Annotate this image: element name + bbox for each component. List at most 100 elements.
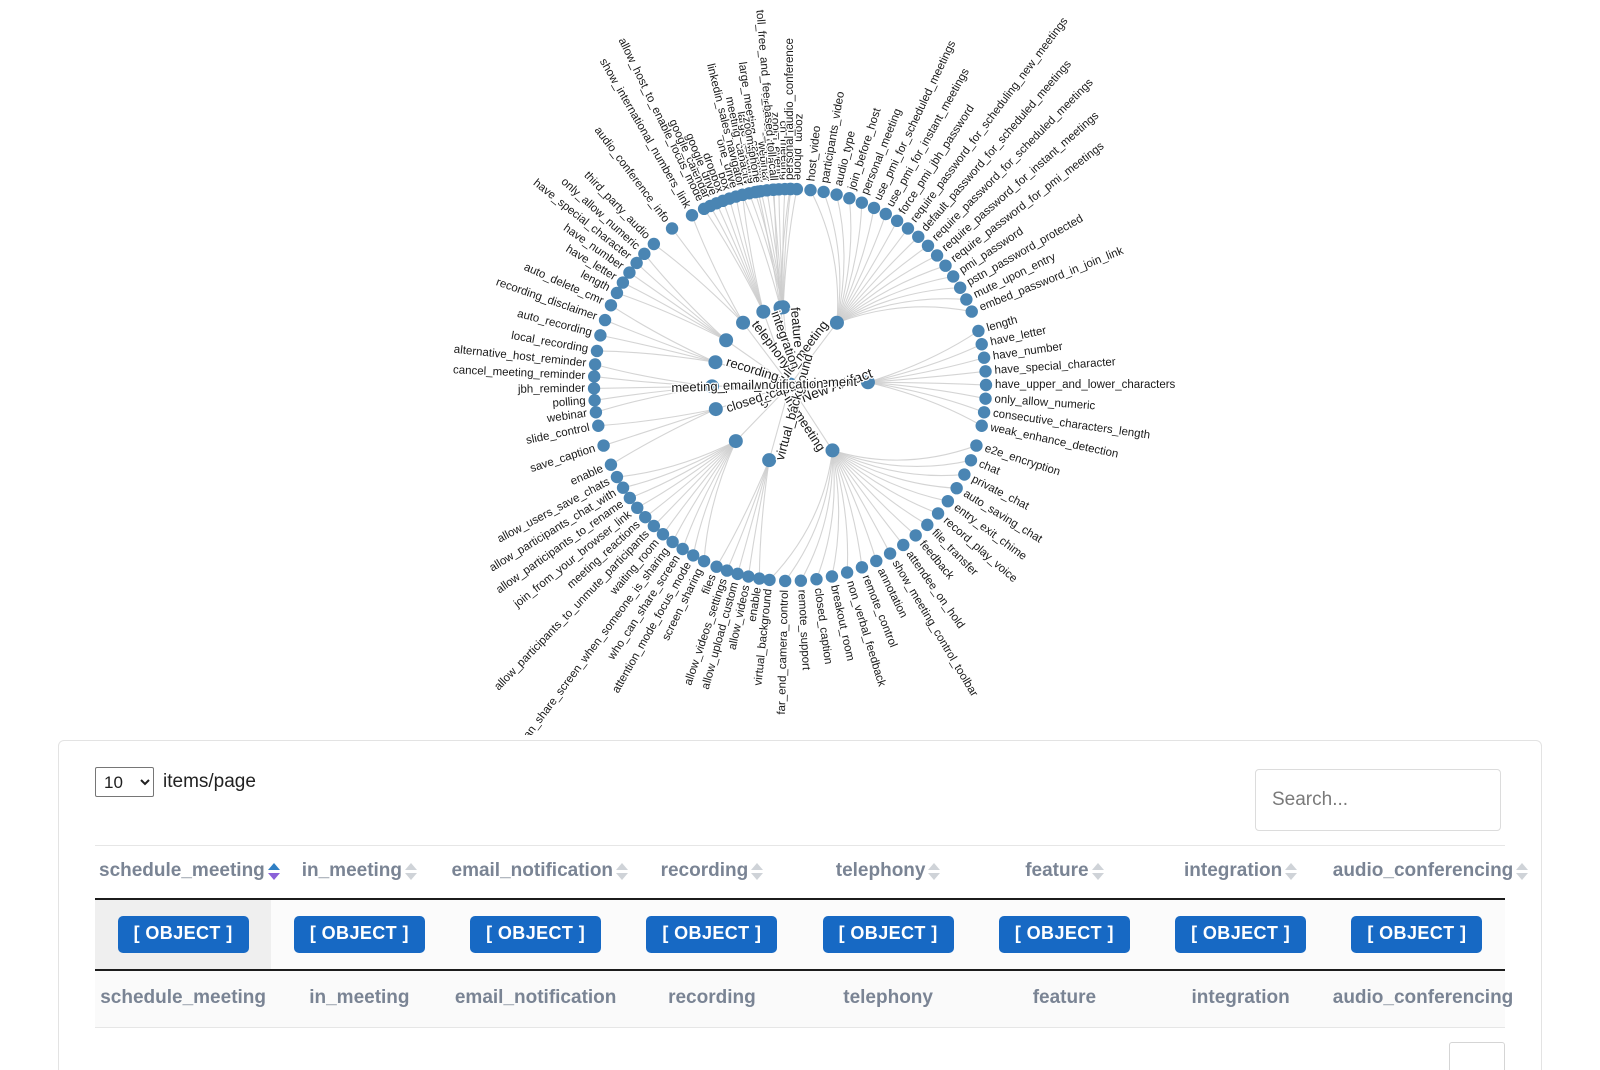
tree-leaf-node[interactable] <box>804 183 817 197</box>
tree-leaf-node[interactable] <box>830 188 843 201</box>
tree-leaf-node[interactable] <box>897 538 910 552</box>
tree-leaf-node[interactable] <box>752 185 765 198</box>
tree-leaf-node[interactable] <box>604 458 618 471</box>
tree-leaf-node[interactable] <box>590 344 604 358</box>
tree-leaf-node[interactable] <box>901 222 915 235</box>
tree-leaf-node[interactable] <box>686 549 700 562</box>
tree-leaf-node[interactable] <box>639 510 652 524</box>
tree-leaf-node[interactable] <box>939 259 952 272</box>
column-header-audio-conferencing[interactable]: audio_conferencing <box>1328 845 1529 900</box>
tree-branch-node[interactable] <box>756 304 771 319</box>
tree-leaf-node[interactable] <box>979 392 992 405</box>
tree-leaf-node[interactable] <box>921 239 935 253</box>
radial-tree-visualization[interactable]: New Artifact schedule_meeting host_video pa… <box>0 0 1600 735</box>
tree-leaf-node[interactable] <box>972 324 985 338</box>
tree-leaf-node[interactable] <box>697 554 711 568</box>
column-header-schedule-meeting[interactable]: schedule_meeting <box>95 845 280 900</box>
tree-leaf-node[interactable] <box>594 329 607 342</box>
tree-leaf-node[interactable] <box>598 313 612 327</box>
object-button[interactable]: [ OBJECT ] <box>1351 916 1483 953</box>
object-button[interactable]: [ OBJECT ] <box>822 916 954 953</box>
tree-leaf-node[interactable] <box>638 247 651 261</box>
sort-toggle-icon[interactable] <box>751 862 764 880</box>
object-button[interactable]: [ OBJECT ] <box>646 916 778 953</box>
tree-leaf-node[interactable] <box>753 572 766 585</box>
per-page-select[interactable]: 102550100 <box>95 767 154 797</box>
tree-leaf-node[interactable] <box>731 567 744 581</box>
tree-branch-node[interactable] <box>708 402 723 417</box>
tree-branch-node[interactable] <box>829 315 844 330</box>
tree-leaf-node[interactable] <box>587 370 601 383</box>
tree-leaf-node[interactable] <box>610 470 624 484</box>
column-header-email-notification[interactable]: email_notification <box>447 845 629 900</box>
column-header-feature[interactable]: feature <box>976 845 1153 900</box>
tree-leaf-node[interactable] <box>825 570 839 583</box>
table-row[interactable]: [ OBJECT ] [ OBJECT ] [ OBJECT ] [ OBJECT ]… <box>95 899 1505 971</box>
tree-leaf-node[interactable] <box>883 547 897 560</box>
tree-branch-node[interactable] <box>728 434 743 449</box>
tree-leaf-node[interactable] <box>742 570 755 583</box>
tree-leaf-node[interactable] <box>631 501 644 515</box>
tree-leaf-node[interactable] <box>623 491 637 505</box>
tree-leaf-node[interactable] <box>710 560 723 573</box>
sort-toggle-icon[interactable] <box>1516 862 1529 880</box>
tree-branch-node[interactable] <box>708 355 723 370</box>
tree-leaf-node[interactable] <box>604 299 618 312</box>
tree-leaf-node[interactable] <box>843 192 856 205</box>
tree-leaf-node[interactable] <box>909 529 922 542</box>
tree-branch-node[interactable] <box>719 333 734 348</box>
tree-leaf-node[interactable] <box>588 394 601 407</box>
pagination[interactable] <box>59 1042 1505 1070</box>
tree-leaf-node[interactable] <box>794 574 808 587</box>
tree-leaf-node[interactable] <box>610 286 624 300</box>
tree-leaf-node[interactable] <box>975 338 988 351</box>
tree-leaf-node[interactable] <box>767 183 781 196</box>
tree-leaf-node[interactable] <box>685 209 699 222</box>
tree-leaf-node[interactable] <box>867 201 881 215</box>
tree-leaf-node[interactable] <box>666 535 679 549</box>
sort-toggle-icon[interactable] <box>405 862 418 880</box>
tree-leaf-node[interactable] <box>947 270 960 283</box>
tree-leaf-node[interactable] <box>676 542 689 556</box>
tree-leaf-node[interactable] <box>589 406 603 419</box>
tree-leaf-node[interactable] <box>647 237 661 251</box>
tree-leaf-node[interactable] <box>817 185 830 199</box>
search-input[interactable] <box>1256 770 1500 830</box>
tree-leaf-node[interactable] <box>778 574 792 588</box>
tree-leaf-node[interactable] <box>879 207 892 221</box>
tree-leaf-node[interactable] <box>870 554 883 568</box>
tree-leaf-node[interactable] <box>930 249 944 262</box>
search-box[interactable] <box>1255 769 1501 831</box>
tree-leaf-node[interactable] <box>979 378 993 392</box>
tree-leaf-node[interactable] <box>592 419 605 432</box>
tree-leaf-node[interactable] <box>736 188 749 202</box>
tree-leaf-node[interactable] <box>979 365 992 378</box>
sort-toggle-icon[interactable] <box>1285 862 1298 880</box>
tree-leaf-node[interactable] <box>597 439 610 452</box>
object-button[interactable]: [ OBJECT ] <box>117 916 249 953</box>
tree-leaf-node[interactable] <box>931 507 945 520</box>
object-button[interactable]: [ OBJECT ] <box>1175 916 1307 953</box>
tree-leaf-node[interactable] <box>975 419 988 432</box>
tree-leaf-node[interactable] <box>855 561 869 574</box>
column-header-in-meeting[interactable]: in_meeting <box>271 845 448 900</box>
tree-leaf-node[interactable] <box>941 494 955 508</box>
tree-leaf-node[interactable] <box>890 214 904 228</box>
object-button[interactable]: [ OBJECT ] <box>470 916 602 953</box>
per-page-control[interactable]: 102550100 items/page <box>95 767 256 797</box>
column-header-telephony[interactable]: telephony <box>800 845 977 900</box>
tree-leaf-node[interactable] <box>950 481 963 495</box>
tree-leaf-node[interactable] <box>977 351 991 364</box>
sort-toggle-icon[interactable] <box>928 862 941 880</box>
tree-leaf-node[interactable] <box>953 281 967 294</box>
tree-leaf-node[interactable] <box>960 293 973 306</box>
object-button[interactable]: [ OBJECT ] <box>998 916 1130 953</box>
sort-toggle-icon[interactable] <box>1091 862 1104 880</box>
tree-leaf-node[interactable] <box>587 382 601 395</box>
tree-leaf-node[interactable] <box>616 481 630 494</box>
tree-leaf-node[interactable] <box>964 454 978 467</box>
tree-leaf-node[interactable] <box>840 566 854 579</box>
tree-leaf-node[interactable] <box>977 406 991 419</box>
tree-branch-node[interactable] <box>736 315 751 330</box>
tree-leaf-node[interactable] <box>912 230 925 243</box>
